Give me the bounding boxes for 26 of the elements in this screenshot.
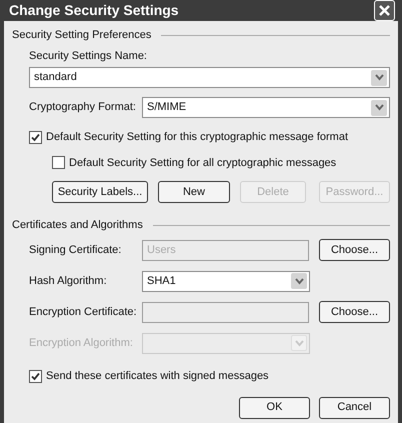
field-label: Encryption Certificate: [29, 304, 138, 320]
dropdown-field[interactable]: S/MIME [142, 97, 390, 118]
field-label: Signing Certificate: [29, 242, 122, 258]
input-field[interactable] [142, 302, 309, 322]
checkbox[interactable] [29, 130, 42, 144]
window-title: Change Security Settings [9, 1, 179, 20]
section-heading: Certificates and Algorithms [12, 218, 143, 233]
checkbox-label[interactable]: Default Security Setting for this cryptographic message format [46, 129, 348, 146]
button[interactable]: New [158, 181, 230, 203]
checkbox-label[interactable]: Send these certificates with signed messages [46, 368, 269, 384]
dropdown-field[interactable]: standard [29, 67, 390, 88]
dropdown-field[interactable]: SHA1 [142, 270, 310, 292]
field-label: Security Settings Name: [29, 49, 148, 64]
field-label: Encryption Algorithm: [29, 336, 134, 351]
checkbox-label[interactable]: Default Security Setting for all cryptographic messages [69, 154, 336, 171]
button[interactable]: Choose... [319, 239, 390, 261]
checkbox[interactable] [29, 370, 42, 383]
field-label: Cryptography Format: [29, 100, 137, 116]
section-heading: Security Setting Preferences [12, 28, 152, 43]
close-icon[interactable] [374, 0, 395, 21]
checkbox[interactable] [52, 156, 65, 170]
button[interactable]: Cancel [319, 396, 390, 418]
button[interactable]: OK [239, 396, 310, 418]
field-label: Hash Algorithm: [29, 274, 108, 289]
button[interactable]: Choose... [319, 301, 390, 323]
button[interactable]: Security Labels... [52, 181, 148, 203]
